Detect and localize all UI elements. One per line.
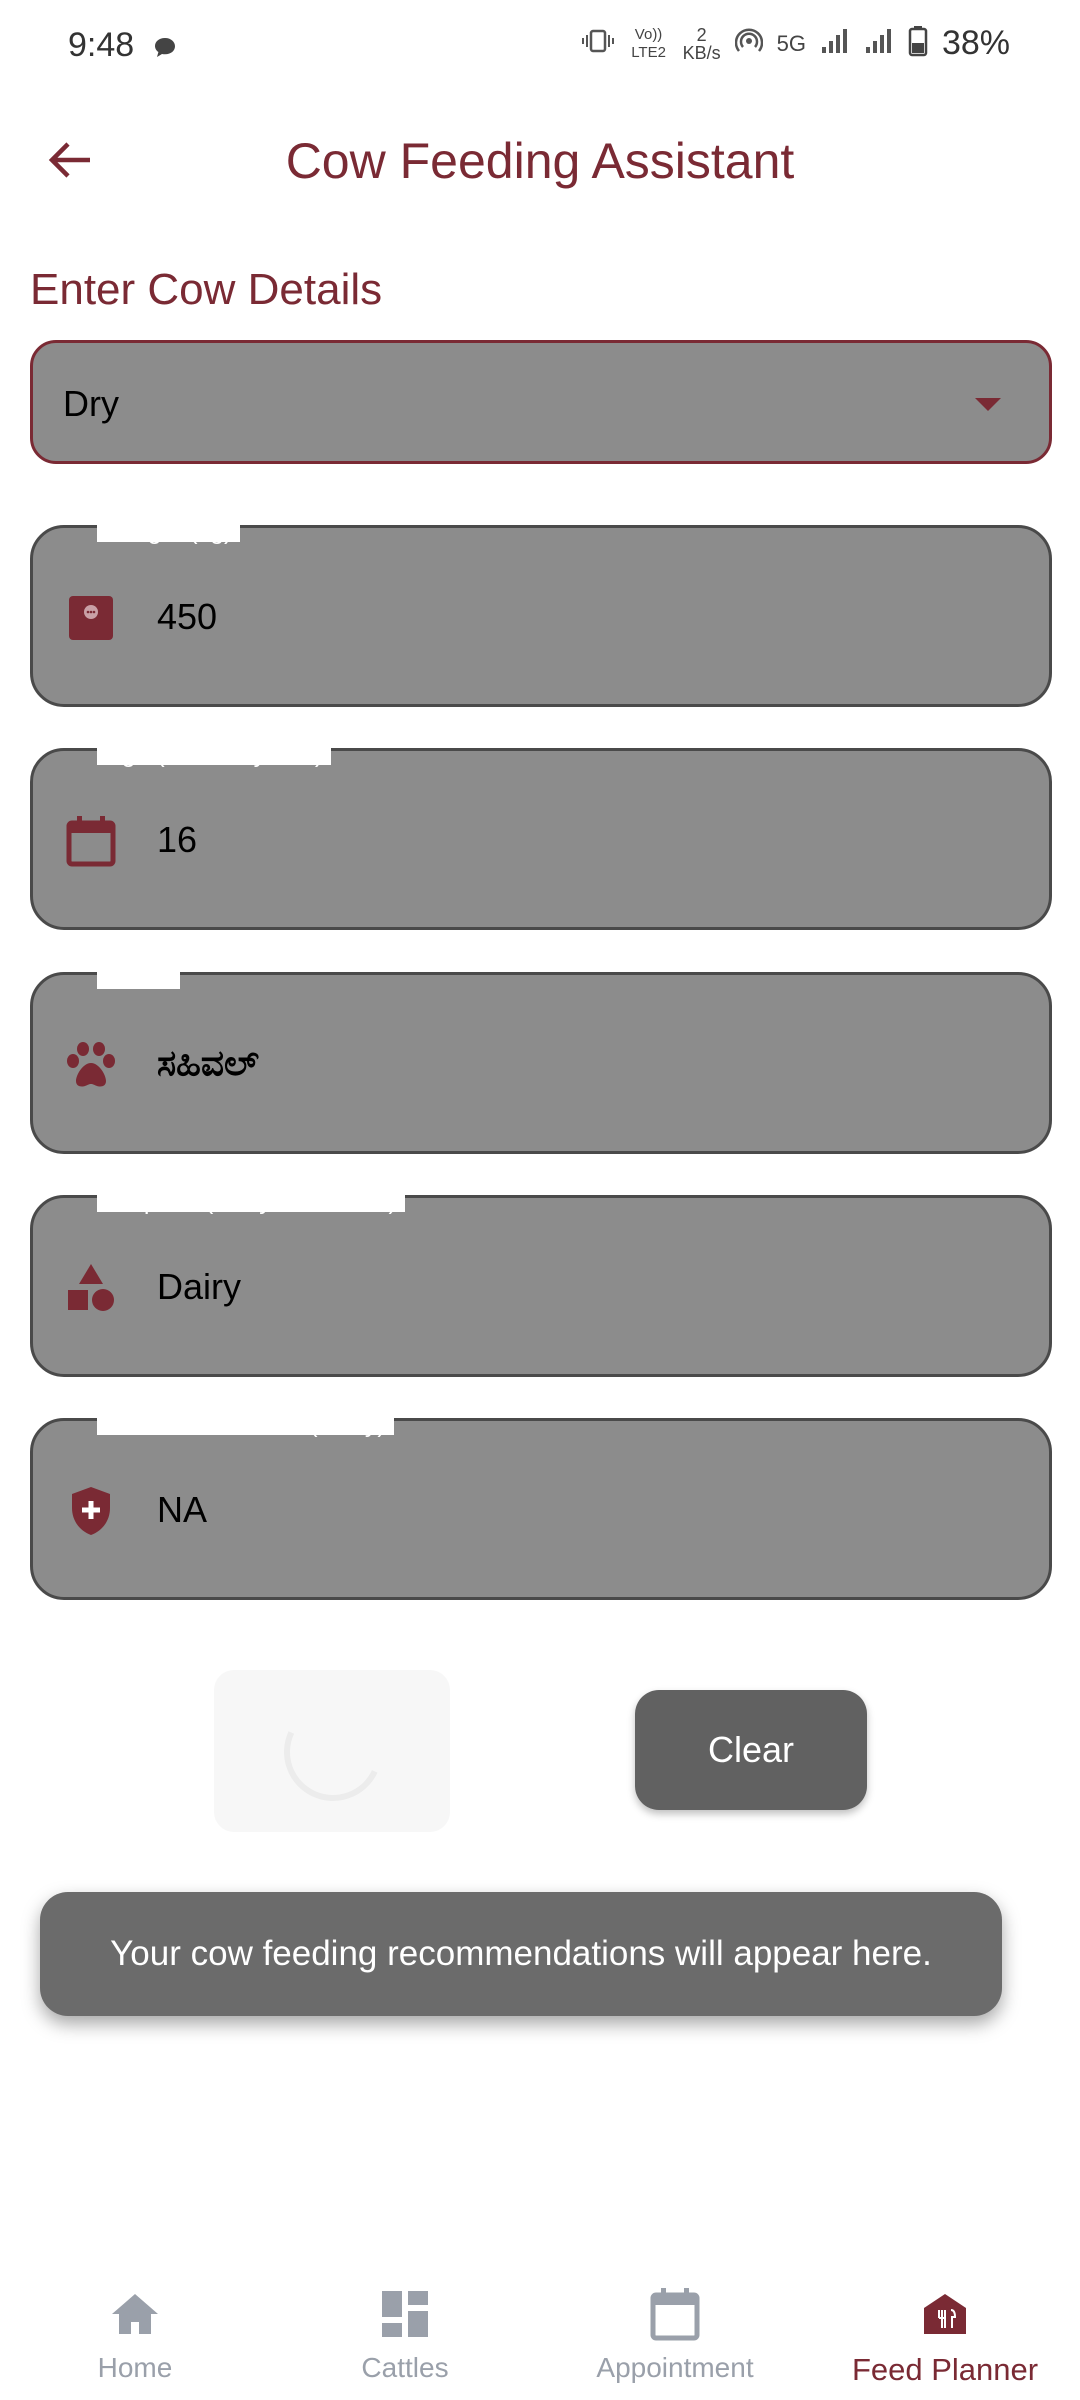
nav-item-cattles[interactable]: Cattles bbox=[270, 2250, 540, 2400]
section-title: Enter Cow Details bbox=[30, 265, 383, 314]
nav-label-cattles: Cattles bbox=[361, 2352, 449, 2383]
calendar-icon bbox=[647, 2286, 703, 2342]
signal-icon-2 bbox=[864, 27, 894, 60]
age-value: 16 bbox=[157, 819, 198, 860]
submit-button[interactable] bbox=[214, 1670, 450, 1832]
caret-down-icon bbox=[975, 398, 1001, 411]
nav-item-appointment[interactable]: Appointment bbox=[540, 2250, 810, 2400]
dashboard-icon bbox=[377, 2286, 433, 2342]
data-speed: 2 KB/s bbox=[683, 26, 721, 62]
volte-indicator: Vo)) LTE2 bbox=[631, 25, 666, 61]
loading-spinner bbox=[270, 1689, 396, 1815]
nav-item-feed-planner[interactable]: Feed Planner bbox=[810, 2250, 1080, 2400]
status-dropdown[interactable]: Dry bbox=[30, 340, 1052, 464]
purpose-label: Purpose (Dairy/Beef/Dual) bbox=[97, 1178, 405, 1215]
battery-icon bbox=[908, 25, 928, 62]
shield-plus-icon bbox=[63, 1483, 119, 1539]
vibrate-icon bbox=[581, 28, 615, 59]
screen: 9:48 Vo)) LTE2 2 KB/s 5G 38% Cow Feeding… bbox=[0, 0, 1080, 2400]
status-icons: Vo)) LTE2 2 KB/s 5G 38% bbox=[581, 24, 1010, 63]
breed-value: ಸಹಿವಲ್ bbox=[157, 1043, 259, 1084]
network-type: 5G bbox=[776, 30, 806, 56]
chat-bubble-icon bbox=[153, 36, 177, 63]
paw-icon bbox=[63, 1037, 119, 1093]
health-value: NA bbox=[157, 1489, 208, 1530]
battery-percent: 38% bbox=[941, 24, 1010, 62]
hotspot-icon bbox=[734, 27, 763, 60]
calendar-icon bbox=[63, 813, 119, 869]
purpose-field[interactable]: Purpose (Dairy/Beef/Dual) Dairy bbox=[30, 1178, 1052, 1377]
result-message: Your cow feeding recommendations will ap… bbox=[40, 1892, 1002, 2016]
weight-label: Weight (kg) bbox=[97, 508, 241, 545]
page-title: Cow Feeding Assistant bbox=[285, 133, 795, 189]
dropdown-value: Dry bbox=[63, 383, 119, 424]
shapes-icon bbox=[63, 1260, 119, 1316]
restaurant-icon bbox=[917, 2286, 973, 2342]
health-label: Health Conditions (if any) bbox=[97, 1401, 394, 1438]
data-speed-unit: KB/s bbox=[682, 42, 721, 63]
weight-field[interactable]: Weight (kg) 450 bbox=[30, 508, 1052, 707]
purpose-value: Dairy bbox=[157, 1266, 242, 1307]
nav-label-home: Home bbox=[97, 2352, 173, 2383]
breed-field[interactable]: Breed ಸಹಿವಲ್ bbox=[30, 955, 1052, 1154]
clear-button[interactable]: Clear bbox=[635, 1690, 867, 1810]
weight-value: 450 bbox=[157, 596, 218, 637]
age-field[interactable]: Age (months/years) 16 bbox=[30, 731, 1052, 930]
breed-label: Breed bbox=[97, 955, 180, 992]
age-label: Age (months/years) bbox=[97, 731, 332, 768]
bottom-nav: Home Cattles Appointment Feed Planner bbox=[0, 2250, 1080, 2400]
signal-icon bbox=[820, 27, 850, 60]
nav-item-home[interactable]: Home bbox=[0, 2250, 270, 2400]
scale-icon bbox=[63, 590, 119, 646]
health-field[interactable]: Health Conditions (if any) NA bbox=[30, 1401, 1052, 1600]
status-time: 9:48 bbox=[68, 26, 135, 64]
nav-label-feed-planner: Feed Planner bbox=[851, 2352, 1039, 2387]
status-bar: 9:48 Vo)) LTE2 2 KB/s 5G 38% bbox=[0, 0, 1080, 92]
nav-label-appointment: Appointment bbox=[596, 2352, 754, 2383]
data-speed-value: 2 bbox=[696, 24, 707, 45]
home-icon bbox=[107, 2286, 163, 2342]
